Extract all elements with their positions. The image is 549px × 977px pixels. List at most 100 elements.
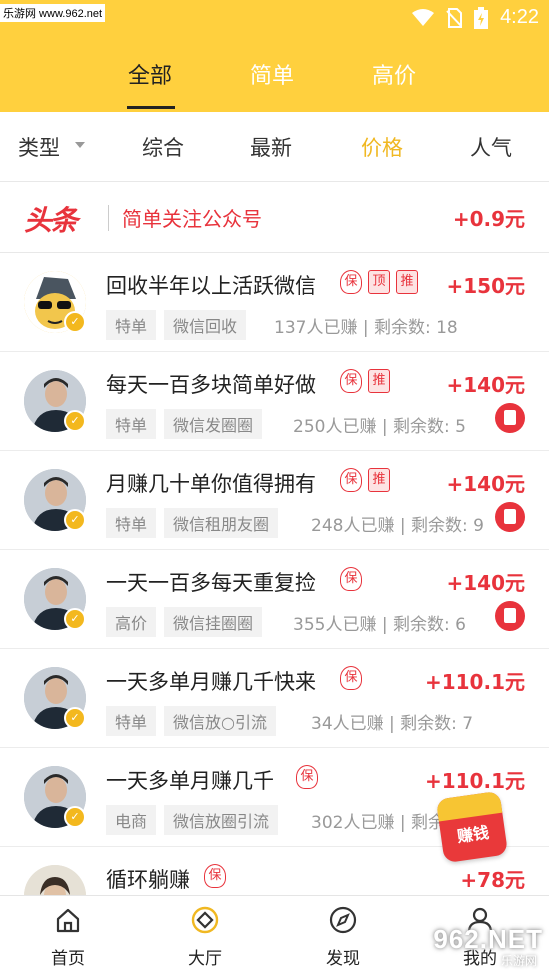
status-time: 4:22 [500, 6, 539, 28]
task-chips: 特单 微信回收 [106, 310, 247, 340]
task-title: 每天一百多块简单好做 [106, 373, 316, 397]
verified-badge-icon: ✓ [64, 608, 86, 630]
tag-guarantee: 保 [340, 270, 362, 294]
task-price: +110.1元 [424, 769, 525, 793]
task-chip: 特单 [106, 409, 157, 439]
task-tags: 保 推 [340, 468, 390, 492]
task-title: 循环躺赚 [106, 868, 190, 892]
filter-type[interactable]: 类型 [18, 132, 60, 162]
task-price: +140元 [446, 373, 525, 397]
task-meta: 248人已赚 | 剩余数: 9 [311, 516, 484, 536]
filter-popularity[interactable]: 人气 [470, 132, 512, 162]
task-chips: 特单 微信发圈圈 [106, 409, 263, 439]
tag-recommend: 推 [396, 270, 418, 294]
task-chip: 微信租朋友圈 [164, 508, 279, 538]
filter-comprehensive[interactable]: 综合 [142, 132, 184, 162]
red-packet-icon[interactable] [495, 502, 525, 532]
tag-guarantee: 保 [204, 864, 226, 888]
top-tabs: 全部 简单 高价 [0, 52, 549, 112]
tab-high-price[interactable]: 高价 [372, 58, 416, 90]
task-chip: 微信放圈引流 [164, 805, 279, 835]
earn-float-label: 赚钱 [455, 822, 491, 847]
task-chips: 高价 微信挂圈圈 [106, 607, 263, 637]
home-icon [56, 908, 80, 933]
active-tab-underline [127, 106, 175, 109]
battery-icon [474, 6, 489, 29]
task-price: +140元 [446, 472, 525, 496]
tag-guarantee: 保 [340, 666, 362, 690]
task-price: +78元 [460, 868, 525, 892]
task-chip: 特单 [106, 508, 157, 538]
task-meta: 34人已赚 | 剩余数: 7 [311, 714, 474, 734]
tab-all[interactable]: 全部 [128, 58, 172, 90]
task-meta: 250人已赚 | 剩余数: 5 [293, 417, 466, 437]
promo-title: 简单关注公众号 [122, 207, 262, 231]
task-chip: 微信回收 [164, 310, 247, 340]
status-icons: 4:22 [412, 6, 539, 29]
red-packet-icon[interactable] [495, 601, 525, 631]
task-tags: 保 推 [340, 369, 390, 393]
task-chip: 特单 [106, 310, 157, 340]
nav-discover[interactable]: 发现 [283, 896, 403, 977]
earn-money-float-button[interactable]: 赚钱 [435, 790, 509, 864]
task-item[interactable]: ✓ 回收半年以上活跃微信 保 顶 推 +150元 特单 微信回收 137人已赚 … [0, 253, 549, 352]
filter-price[interactable]: 价格 [361, 132, 403, 162]
verified-badge-icon: ✓ [64, 509, 86, 531]
task-chip: 微信挂圈圈 [164, 607, 263, 637]
filter-bar: 类型 综合 最新 价格 人气 [0, 112, 549, 182]
task-chip: 微信发圈圈 [164, 409, 263, 439]
task-chip: 微信放○引流 [164, 706, 276, 736]
task-item[interactable]: ✓ 一天多单月赚几千快来 保 +110.1元 特单 微信放○引流 34人已赚 |… [0, 649, 549, 748]
nav-home-label: 首页 [51, 949, 85, 969]
tag-top: 顶 [368, 270, 390, 294]
wifi-icon [412, 8, 435, 26]
verified-badge-icon: ✓ [64, 410, 86, 432]
status-bar: 乐游网 www.962.net 4:22 [0, 0, 549, 40]
task-title: 一天多单月赚几千 [106, 769, 274, 793]
caret-down-icon [75, 142, 85, 148]
task-price: +150元 [446, 274, 525, 298]
watermark-bottom-sub: 乐游网 [500, 954, 537, 968]
tag-recommend: 推 [368, 369, 390, 393]
nav-home[interactable]: 首页 [8, 896, 128, 977]
compass-icon [329, 906, 357, 934]
task-tags: 保 [296, 765, 318, 789]
task-title: 一天多单月赚几千快来 [106, 670, 316, 694]
red-packet-icon[interactable] [495, 403, 525, 433]
tag-recommend: 推 [368, 468, 390, 492]
task-item[interactable]: ✓ 一天一百多每天重复捡 保 +140元 高价 微信挂圈圈 355人已赚 | 剩… [0, 550, 549, 649]
task-tags: 保 [204, 864, 226, 888]
nav-hall-label: 大厅 [188, 949, 222, 969]
tag-guarantee: 保 [340, 468, 362, 492]
app-header: 乐游网 www.962.net 4:22 全部 简单 高价 [0, 0, 549, 112]
task-tags: 保 顶 推 [340, 270, 418, 294]
task-title: 月赚几十单你值得拥有 [106, 472, 316, 496]
task-title: 一天一百多每天重复捡 [106, 571, 316, 595]
task-item[interactable]: ✓ 每天一百多块简单好做 保 推 +140元 特单 微信发圈圈 250人已赚 |… [0, 352, 549, 451]
promo-divider [108, 205, 109, 231]
task-chip: 电商 [106, 805, 157, 835]
no-sim-icon [446, 7, 463, 28]
verified-badge-icon: ✓ [64, 311, 86, 333]
task-meta: 355人已赚 | 剩余数: 6 [293, 615, 466, 635]
promo-price: +0.9元 [452, 207, 525, 231]
watermark-top: 乐游网 www.962.net [0, 4, 106, 22]
task-chip: 特单 [106, 706, 157, 736]
tag-guarantee: 保 [340, 567, 362, 591]
tab-simple[interactable]: 简单 [250, 58, 294, 90]
hall-icon [191, 906, 219, 934]
toutiao-logo: 头条 [24, 204, 78, 237]
promo-row[interactable]: 头条 简单关注公众号 +0.9元 [0, 183, 549, 253]
tag-guarantee: 保 [296, 765, 318, 789]
task-item[interactable]: ✓ 月赚几十单你值得拥有 保 推 +140元 特单 微信租朋友圈 248人已赚 … [0, 451, 549, 550]
verified-badge-icon: ✓ [64, 806, 86, 828]
task-chips: 特单 微信租朋友圈 [106, 508, 279, 538]
task-title: 回收半年以上活跃微信 [106, 274, 316, 298]
task-meta: 137人已赚 | 剩余数: 18 [274, 318, 458, 338]
filter-latest[interactable]: 最新 [250, 132, 292, 162]
task-price: +110.1元 [424, 670, 525, 694]
verified-badge-icon: ✓ [64, 707, 86, 729]
nav-discover-label: 发现 [326, 949, 360, 969]
nav-hall[interactable]: 大厅 [145, 896, 265, 977]
task-tags: 保 [340, 666, 362, 690]
